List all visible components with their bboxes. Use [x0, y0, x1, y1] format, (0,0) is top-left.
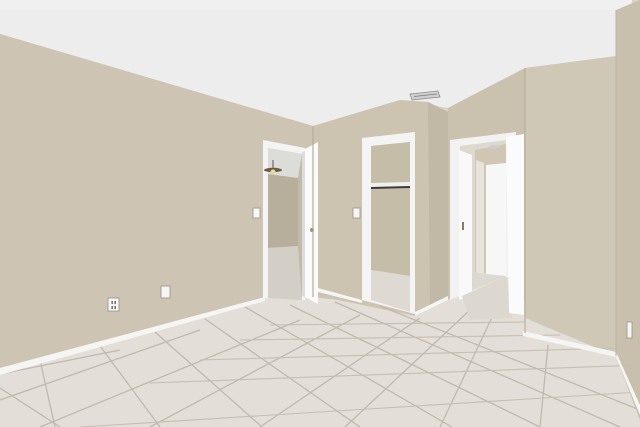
wall-jack-icon [626, 321, 633, 339]
power-outlet-icon [107, 297, 120, 312]
hallway-far-wall [268, 174, 298, 248]
room-photo [0, 0, 640, 427]
right-wall-jamb [506, 134, 524, 315]
right-door-leaf [459, 150, 472, 300]
ceiling-shade [0, 0, 632, 10]
room-illustration [0, 0, 640, 427]
ceiling-light-icon [488, 145, 500, 149]
closet-back-wall [371, 142, 410, 276]
right-door-leaf-inner [476, 160, 484, 274]
closet-rod-icon [370, 186, 411, 189]
light-switch-icon [352, 207, 361, 219]
door-hinge-icon [462, 222, 464, 230]
left-door-edge [302, 151, 305, 297]
right-hall-closet-door [486, 163, 506, 276]
center-wall-side [428, 102, 448, 312]
left-door-leaf [303, 142, 318, 304]
light-switch-icon [252, 207, 261, 219]
power-outlet-icon [160, 285, 171, 299]
hallway-floor [268, 246, 302, 300]
